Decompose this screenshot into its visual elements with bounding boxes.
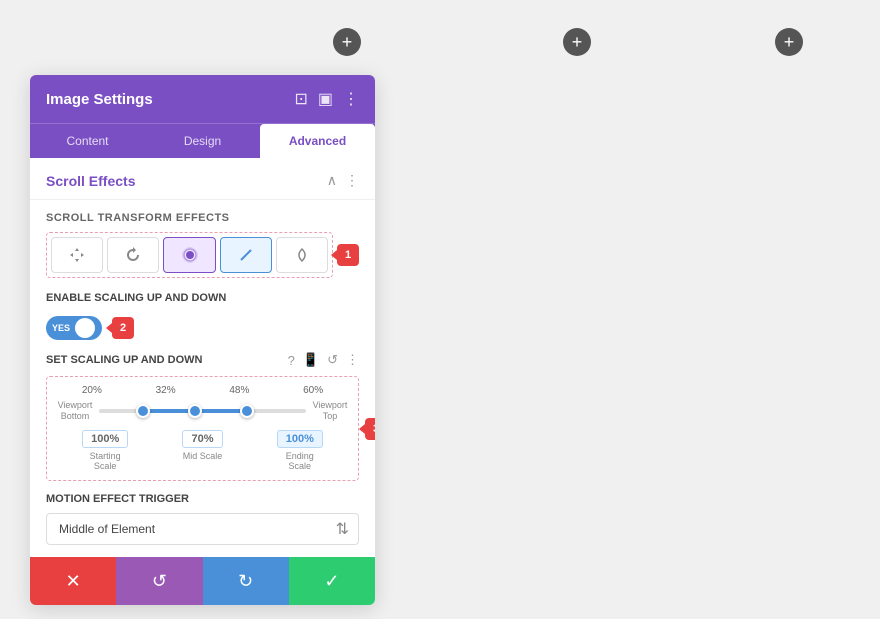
pct-32: 32% bbox=[156, 385, 176, 396]
toggle-thumb bbox=[75, 318, 95, 338]
motion-trigger-select-wrapper: Middle of Element Top of Element Bottom … bbox=[46, 513, 359, 545]
reset-icon[interactable]: ↺ bbox=[327, 352, 338, 368]
pct-48: 48% bbox=[229, 385, 249, 396]
collapse-icon[interactable]: ∧ bbox=[327, 172, 337, 189]
motion-trigger-label: Motion Effect Trigger bbox=[46, 493, 359, 505]
enable-scaling-label: Enable Scaling Up and Down bbox=[46, 292, 226, 304]
save-icon: ✓ bbox=[324, 571, 339, 592]
mobile-icon[interactable]: 📱 bbox=[303, 352, 319, 368]
toggle-yes-label: YES bbox=[49, 323, 73, 333]
plus-icon-3: + bbox=[784, 32, 795, 53]
slider-thumb-start[interactable] bbox=[136, 404, 150, 418]
undo-button[interactable]: ↺ bbox=[116, 557, 202, 605]
panel-header: Image Settings ⊡ ▣ ⋮ bbox=[30, 75, 375, 123]
add-column-button-1[interactable]: + bbox=[333, 28, 361, 56]
viewport-bottom-label: ViewportBottom bbox=[55, 400, 95, 422]
plus-icon-2: + bbox=[572, 32, 583, 53]
slider-track[interactable] bbox=[99, 409, 306, 413]
slider-percentages: 20% 32% 48% 60% bbox=[55, 385, 350, 396]
footer-buttons: ✕ ↺ ↻ ✓ bbox=[30, 557, 375, 605]
tab-content[interactable]: Content bbox=[30, 124, 145, 158]
badge-2: 2 bbox=[112, 317, 134, 339]
scroll-effects-section-header: Scroll Effects ∧ ⋮ bbox=[30, 158, 375, 200]
help-icon[interactable]: ? bbox=[288, 353, 295, 368]
slider-thumb-mid[interactable] bbox=[188, 404, 202, 418]
pct-60: 60% bbox=[303, 385, 323, 396]
scaling-actions: ? 📱 ↺ ⋮ bbox=[288, 352, 359, 368]
viewport-top-label: ViewportTop bbox=[310, 400, 350, 422]
transform-opacity-btn[interactable] bbox=[276, 237, 328, 273]
undo-icon: ↺ bbox=[152, 571, 167, 592]
section-actions: ∧ ⋮ bbox=[327, 172, 359, 189]
ending-scale-label: EndingScale bbox=[286, 451, 314, 473]
pct-20: 20% bbox=[82, 385, 102, 396]
more-icon[interactable]: ⋮ bbox=[343, 89, 359, 109]
fullscreen-icon[interactable]: ⊡ bbox=[294, 89, 307, 109]
add-column-button-3[interactable]: + bbox=[775, 28, 803, 56]
starting-scale-col: 100% StartingScale bbox=[82, 430, 128, 473]
cancel-icon: ✕ bbox=[66, 571, 81, 592]
badge-1: 1 bbox=[337, 244, 359, 266]
plus-icon-1: + bbox=[342, 32, 353, 53]
mid-scale-label: Mid Scale bbox=[183, 451, 223, 462]
cancel-button[interactable]: ✕ bbox=[30, 557, 116, 605]
enable-scaling-row: Enable Scaling Up and Down bbox=[46, 292, 359, 304]
section-title: Scroll Effects bbox=[46, 173, 135, 189]
panel-tabs: Content Design Advanced bbox=[30, 123, 375, 158]
slider-thumb-end[interactable] bbox=[240, 404, 254, 418]
save-button[interactable]: ✓ bbox=[289, 557, 375, 605]
redo-icon: ↻ bbox=[238, 571, 253, 592]
transform-rotate-btn[interactable] bbox=[107, 237, 159, 273]
slider-container: 20% 32% 48% 60% ViewportBottom bbox=[46, 376, 359, 481]
more-scaling-icon[interactable]: ⋮ bbox=[346, 352, 359, 368]
starting-scale-label: StartingScale bbox=[90, 451, 121, 473]
columns-icon[interactable]: ▣ bbox=[318, 89, 333, 109]
panel-title: Image Settings bbox=[46, 91, 153, 108]
transform-tilt-btn[interactable] bbox=[220, 237, 272, 273]
panel-body: Scroll Effects ∧ ⋮ Scroll Transform Effe… bbox=[30, 158, 375, 557]
scaling-toggle[interactable]: YES bbox=[46, 316, 102, 340]
redo-button[interactable]: ↻ bbox=[203, 557, 289, 605]
transform-move-btn[interactable] bbox=[51, 237, 103, 273]
panel-header-actions: ⊡ ▣ ⋮ bbox=[294, 89, 359, 109]
starting-scale-value[interactable]: 100% bbox=[82, 430, 128, 448]
badge-3: 3 bbox=[365, 418, 375, 440]
scroll-transform-label: Scroll Transform Effects bbox=[46, 212, 359, 224]
mid-scale-value[interactable]: 70% bbox=[182, 430, 222, 448]
set-scaling-row: Set Scaling Up and Down ? 📱 ↺ ⋮ bbox=[46, 352, 359, 368]
add-column-button-2[interactable]: + bbox=[563, 28, 591, 56]
slider-track-row: ViewportBottom ViewportTop bbox=[55, 400, 350, 422]
mid-scale-col: 70% Mid Scale bbox=[182, 430, 222, 473]
image-settings-panel: Image Settings ⊡ ▣ ⋮ Content Design Adva… bbox=[30, 75, 375, 605]
section-more-icon[interactable]: ⋮ bbox=[345, 172, 359, 189]
content-area: Scroll Transform Effects bbox=[30, 200, 375, 557]
transform-buttons bbox=[46, 232, 333, 278]
transform-blur-btn[interactable] bbox=[163, 237, 215, 273]
tab-design[interactable]: Design bbox=[145, 124, 260, 158]
ending-scale-value[interactable]: 100% bbox=[277, 430, 323, 448]
set-scaling-label: Set Scaling Up and Down bbox=[46, 354, 202, 366]
motion-trigger-select[interactable]: Middle of Element Top of Element Bottom … bbox=[46, 513, 359, 545]
scale-values: 100% StartingScale 70% Mid Scale 100% En… bbox=[55, 430, 350, 473]
tab-advanced[interactable]: Advanced bbox=[260, 124, 375, 158]
ending-scale-col: 100% EndingScale bbox=[277, 430, 323, 473]
